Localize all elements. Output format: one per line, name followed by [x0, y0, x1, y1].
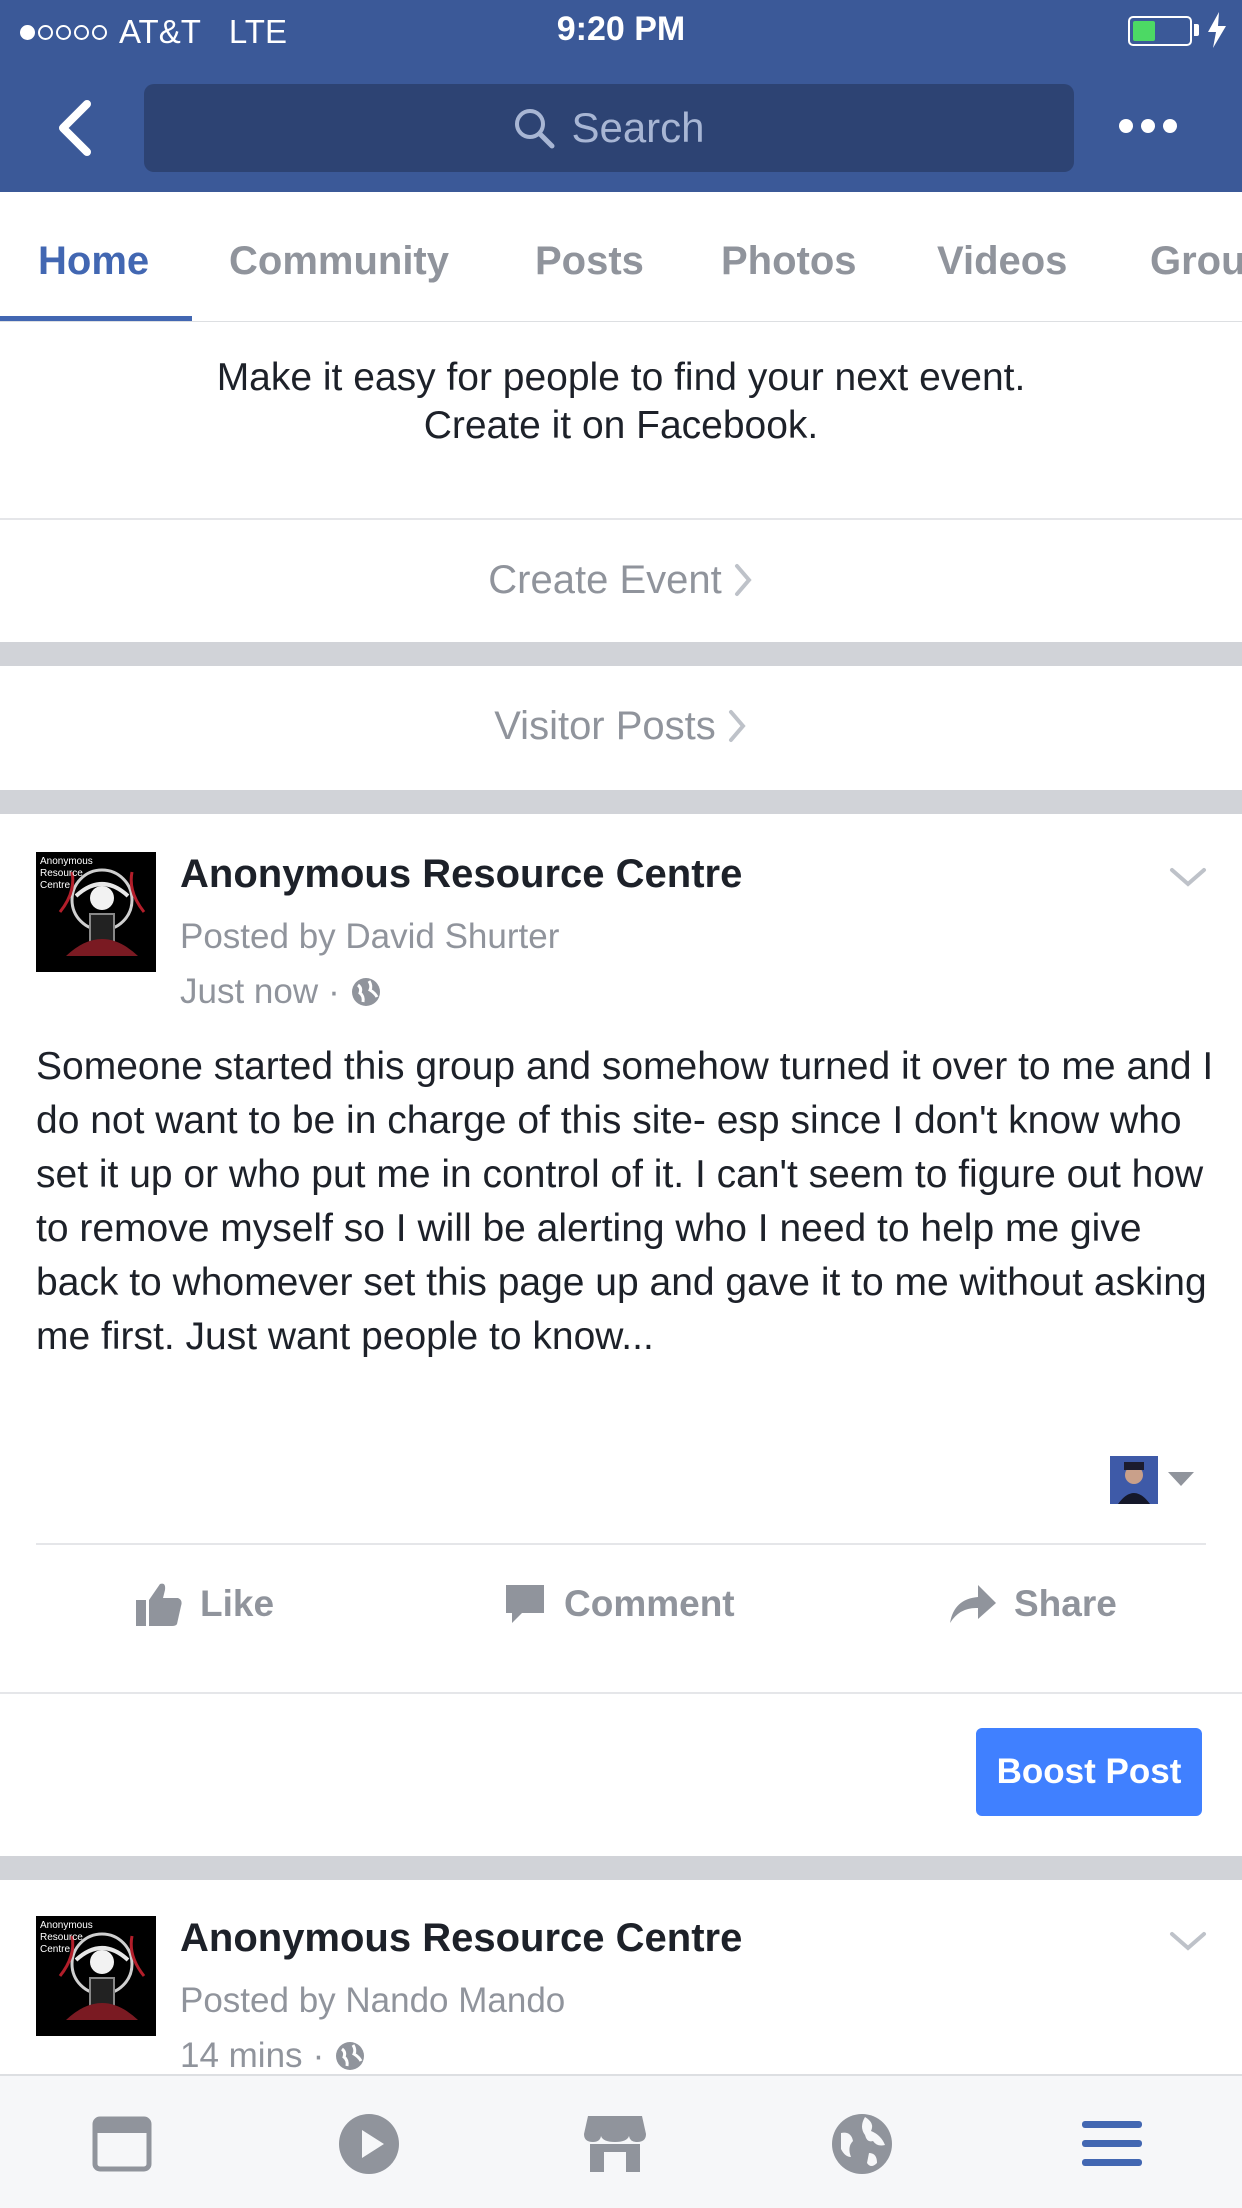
- search-input[interactable]: Search: [144, 84, 1074, 172]
- chevron-down-icon[interactable]: [1168, 862, 1208, 892]
- globe-icon: [351, 978, 380, 1006]
- chevron-down-icon[interactable]: [1168, 1926, 1208, 1956]
- menu-tab[interactable]: [1072, 2104, 1152, 2184]
- notifications-tab[interactable]: [822, 2104, 902, 2184]
- tab-home[interactable]: Home: [38, 192, 149, 321]
- video-tab[interactable]: [329, 2104, 409, 2184]
- news-feed-tab[interactable]: [82, 2104, 162, 2184]
- tab-community[interactable]: Community: [229, 192, 449, 321]
- post-timestamp[interactable]: 14 mins ·: [180, 2036, 366, 2076]
- page-avatar[interactable]: Anonymous Resource Centre: [36, 852, 156, 972]
- section-separator: [0, 642, 1242, 666]
- time-separator: ·: [312, 2036, 325, 2075]
- section-separator: [0, 790, 1242, 814]
- like-label: Like: [200, 1583, 275, 1624]
- tab-groups[interactable]: Grou: [1150, 192, 1242, 321]
- create-event-button[interactable]: Create Event: [0, 520, 1242, 640]
- divider: [36, 1543, 1206, 1545]
- event-promo-line2: Create it on Facebook.: [423, 404, 819, 447]
- comment-button[interactable]: Comment: [502, 1560, 735, 1648]
- battery-nub: [1194, 24, 1199, 36]
- back-button[interactable]: [40, 88, 110, 168]
- share-label: Share: [1014, 1583, 1117, 1624]
- tab-posts[interactable]: Posts: [535, 192, 644, 321]
- comment-bubble-icon: [506, 1585, 544, 1623]
- post-page-name[interactable]: Anonymous Resource Centre: [180, 852, 742, 897]
- news-feed-icon: [92, 2116, 152, 2172]
- video-play-icon: [339, 2114, 399, 2174]
- comment-label: Comment: [564, 1583, 735, 1624]
- posting-as-avatar[interactable]: [1110, 1456, 1158, 1504]
- post-time-text: Just now: [180, 972, 319, 1011]
- more-dots-icon: [1119, 119, 1133, 133]
- avatar-logo-text: Anonymous Resource Centre: [40, 856, 93, 891]
- section-separator: [0, 1856, 1242, 1880]
- chevron-right-icon: [728, 710, 746, 742]
- caret-down-icon[interactable]: [1168, 1472, 1194, 1488]
- visitor-posts-label: Visitor Posts: [494, 703, 716, 748]
- globe-notifications-icon: [832, 2114, 892, 2174]
- divider: [0, 1692, 1242, 1694]
- tab-videos[interactable]: Videos: [937, 192, 1067, 321]
- profile-photo-icon: [1110, 1456, 1158, 1504]
- status-time: 9:20 PM: [556, 10, 686, 48]
- page-tabs: Home Community Posts Photos Videos Grou: [0, 192, 1242, 322]
- post-time-text: 14 mins: [180, 2036, 303, 2075]
- visitor-posts-button[interactable]: Visitor Posts: [0, 666, 1242, 786]
- top-navigation-bar: AT&T LTE 9:20 PM Search: [0, 0, 1242, 192]
- boost-post-button[interactable]: Boost Post: [976, 1728, 1202, 1816]
- tab-photos[interactable]: Photos: [721, 192, 857, 321]
- create-event-label: Create Event: [488, 557, 722, 602]
- like-button[interactable]: Like: [134, 1560, 274, 1648]
- chevron-left-icon: [59, 100, 91, 156]
- charging-bolt-icon: [1208, 12, 1226, 48]
- more-options-button[interactable]: [1110, 104, 1186, 148]
- battery-icon: [1128, 16, 1192, 46]
- chevron-right-icon: [734, 564, 752, 596]
- event-promo-line1: Make it easy for people to find your nex…: [216, 356, 1026, 399]
- menu-icon: [1082, 2121, 1142, 2166]
- avatar-logo-text: Anonymous Resource Centre: [40, 1920, 93, 1955]
- share-arrow-icon: [950, 1585, 996, 1623]
- post-page-name[interactable]: Anonymous Resource Centre: [180, 1916, 742, 1961]
- post-timestamp[interactable]: Just now ·: [180, 972, 382, 1012]
- post-author[interactable]: Posted by David Shurter: [180, 917, 559, 957]
- post-author[interactable]: Posted by Nando Mando: [180, 1981, 565, 2021]
- page-avatar[interactable]: Anonymous Resource Centre: [36, 1916, 156, 2036]
- marketplace-tab[interactable]: [575, 2104, 655, 2184]
- post-body-text: Someone started this group and somehow t…: [36, 1045, 1214, 1358]
- globe-icon: [336, 2042, 365, 2070]
- share-button[interactable]: Share: [948, 1560, 1117, 1648]
- thumbs-up-icon: [136, 1583, 182, 1626]
- search-placeholder: Search: [571, 104, 705, 151]
- search-icon: [515, 109, 555, 149]
- bottom-tab-bar: [0, 2074, 1242, 2208]
- marketplace-icon: [584, 2116, 646, 2172]
- time-separator: ·: [328, 972, 340, 1011]
- event-promo: Make it easy for people to find your nex…: [0, 322, 1242, 518]
